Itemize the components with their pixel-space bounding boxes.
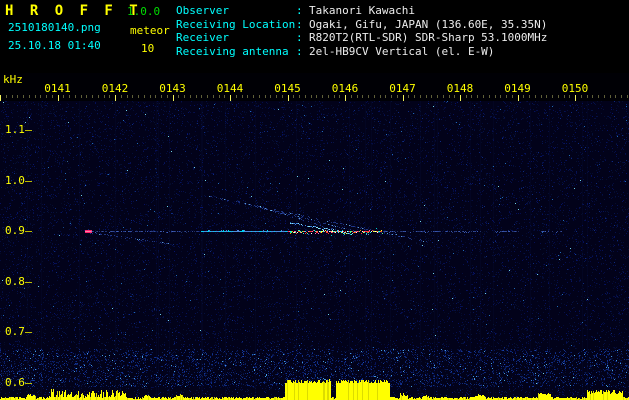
mode-label: meteor [130, 24, 170, 37]
info-row-receiver: Receiver : R820T2(RTL-SDR) SDR-Sharp 53.… [176, 31, 547, 45]
info-value: R820T2(RTL-SDR) SDR-Sharp 53.1000MHz [309, 31, 548, 44]
x-tick-label: 0146 [331, 82, 359, 95]
x-tick-label: 0147 [389, 82, 416, 95]
info-row-receiving-location: Receiving Location : Ogaki, Gifu, JAPAN … [176, 18, 547, 32]
y-axis-unit-label: kHz [3, 73, 23, 86]
info-colon: : [296, 17, 303, 31]
observer-info-block: Observer : Takanori Kawachi Receiving Lo… [176, 4, 547, 58]
app-title: H R O F F T [5, 3, 142, 19]
app-version: 1.0.0 [127, 5, 161, 18]
x-tick-label: 0141 [44, 82, 71, 95]
spectrogram-canvas [0, 73, 629, 400]
info-colon: : [296, 44, 303, 58]
hrofft-output-screen: H R O F F T 1.0.0 2510180140.png meteor … [0, 0, 629, 400]
info-label: Receiver [176, 31, 229, 44]
info-label: Receiving antenna [176, 44, 289, 58]
x-tick-label: 0148 [446, 82, 474, 95]
x-tick-label: 0145 [274, 82, 301, 95]
y-tick-label: 0.9 [5, 224, 25, 237]
info-colon: : [296, 31, 303, 44]
y-tick-label: 0.7 [5, 325, 25, 338]
output-filename: 2510180140.png [8, 21, 101, 34]
x-tick-label: 0149 [504, 82, 531, 95]
x-tick-label: 0142 [101, 82, 129, 95]
info-row-receiving-antenna: Receiving antenna : 2el-HB9CV Vertical (… [176, 45, 547, 59]
info-value: Takanori Kawachi [309, 4, 415, 17]
spectrogram-plot: kHz 0141 0142 0143 0144 0145 0146 0147 0148 0149… [0, 73, 629, 400]
y-tick-label: 0.6 [5, 375, 25, 389]
info-value: 2el-HB9CV Vertical (el. E-W) [309, 44, 495, 58]
y-tick-label: 1.0 [5, 173, 25, 187]
y-tick-label: 1.1 [5, 123, 25, 136]
x-tick-label: 0143 [159, 82, 186, 95]
y-tick-label: 0.8 [5, 274, 25, 288]
interval-value: 10 [141, 42, 155, 55]
info-value: Ogaki, Gifu, JAPAN (136.60E, 35.35N) [309, 17, 548, 31]
x-tick-label: 0144 [216, 82, 244, 95]
info-label: Observer [176, 4, 229, 17]
x-tick-label: 0150 [561, 82, 589, 95]
timestamp: 25.10.18 01:40 [8, 39, 101, 52]
info-row-observer: Observer : Takanori Kawachi [176, 4, 547, 18]
info-label: Receiving Location [176, 17, 296, 31]
info-colon: : [296, 4, 303, 17]
